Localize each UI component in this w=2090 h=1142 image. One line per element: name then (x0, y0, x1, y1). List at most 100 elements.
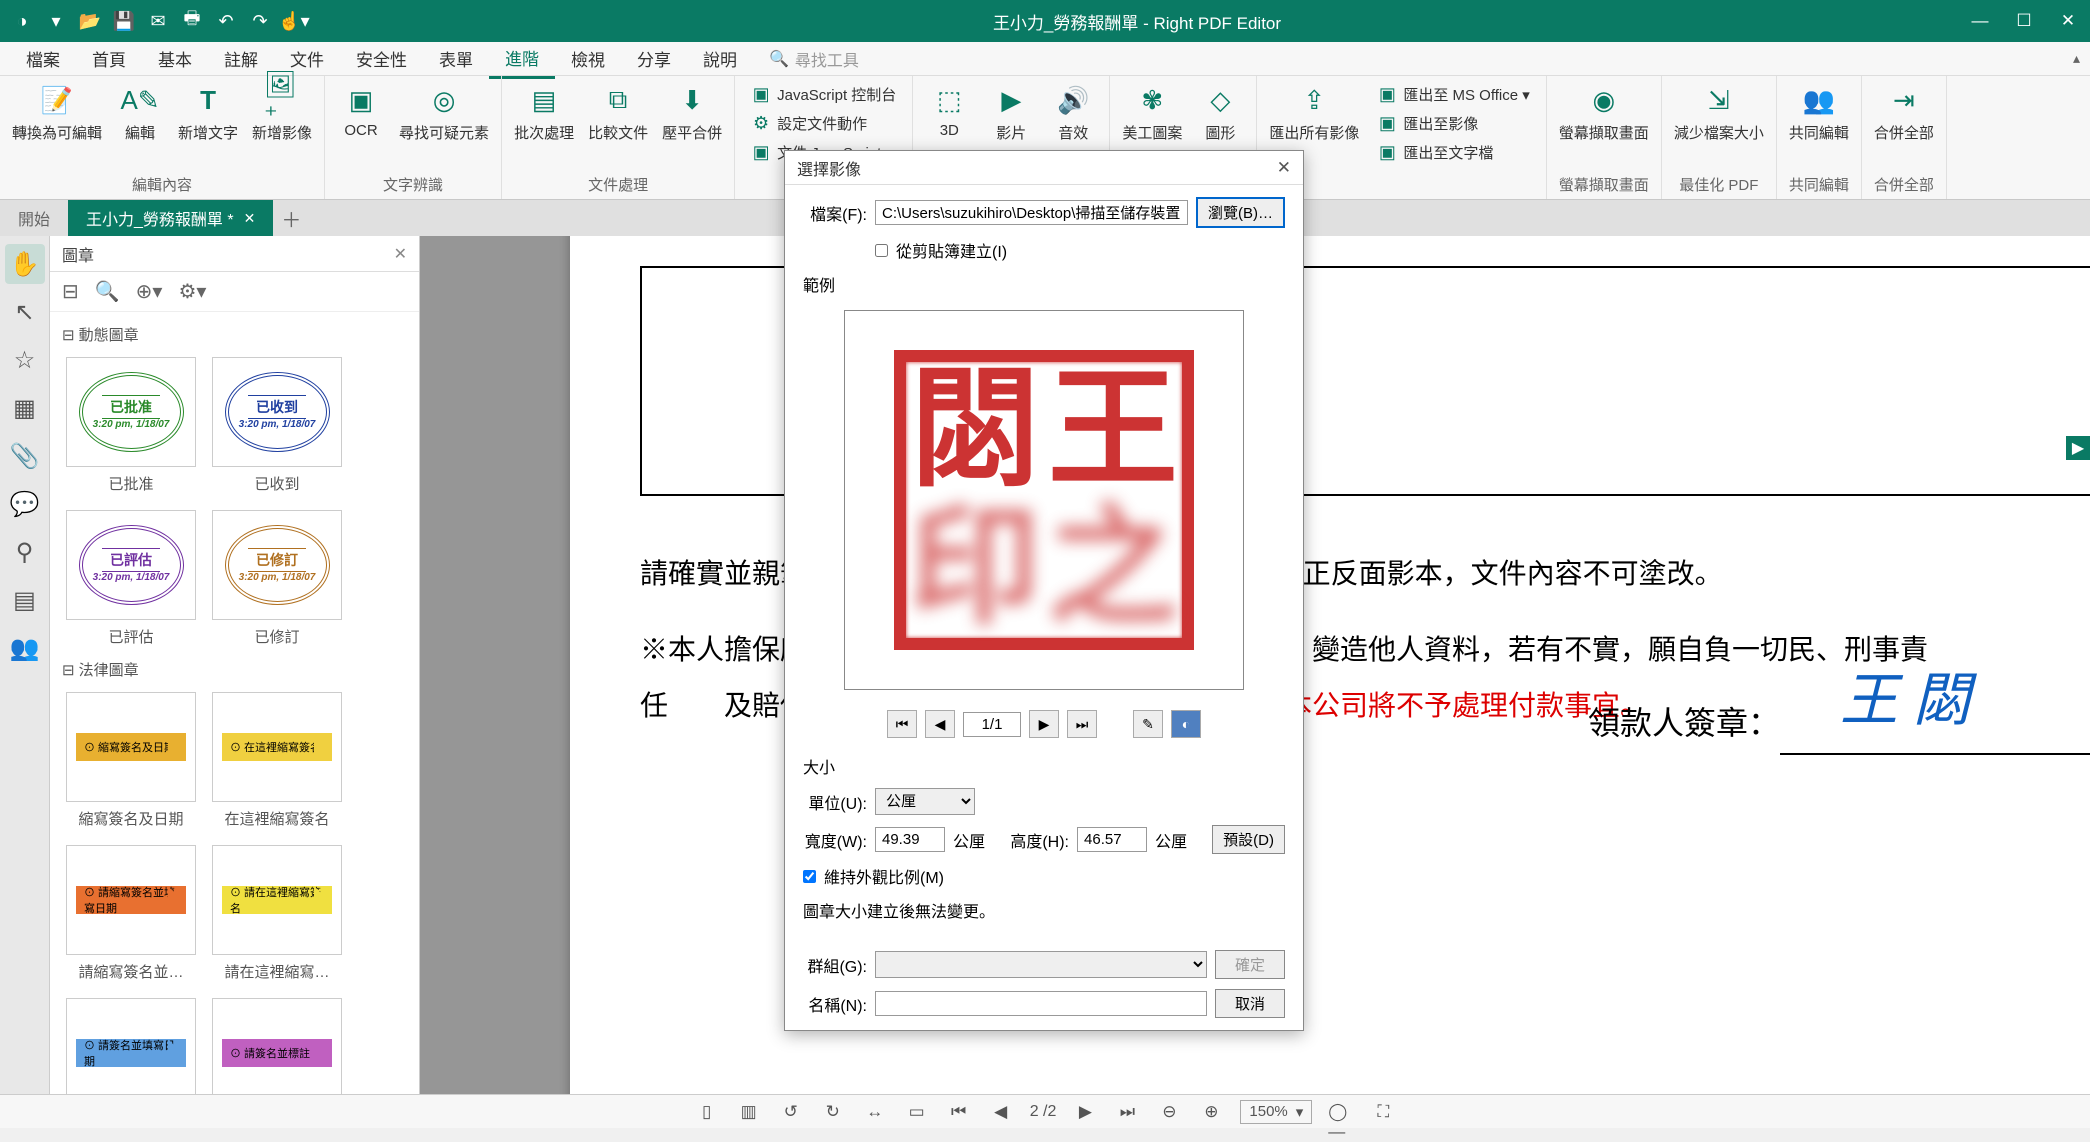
tab-file[interactable]: 檔案 (10, 40, 76, 77)
width-input[interactable] (875, 827, 945, 852)
prev-page-icon[interactable]: ◀ (925, 710, 955, 738)
print-icon[interactable]: 🖶 (176, 6, 208, 36)
default-button[interactable]: 預設(D) (1212, 825, 1285, 854)
collapse-ribbon-icon[interactable]: ▴ (2073, 50, 2080, 67)
tab-help[interactable]: 說明 (687, 40, 753, 77)
hand-tool[interactable]: ✋ (5, 244, 45, 284)
app-icon[interactable]: ◑ (6, 6, 38, 36)
suspects-button[interactable]: ◎尋找可疑元素 (399, 82, 489, 143)
name-input[interactable] (875, 991, 1207, 1016)
bookmark-tool[interactable]: ☆ (5, 340, 45, 380)
flatten-button[interactable]: ⬇壓平合併 (662, 82, 722, 143)
from-clipboard-checkbox[interactable] (875, 244, 888, 257)
stamp-item[interactable]: 已修訂3:20 pm, 1/18/07已修訂 (212, 510, 342, 647)
collab-tool[interactable]: 👥 (5, 628, 45, 668)
last-icon[interactable]: ⏭ (1114, 1099, 1140, 1125)
group-select[interactable] (875, 951, 1207, 978)
page-nav-input[interactable] (963, 712, 1021, 737)
select-tool[interactable]: ↖ (5, 292, 45, 332)
stamp-item[interactable]: ⊙ 請縮寫簽名並填寫日期請縮寫簽名並… (66, 845, 196, 982)
add-stamp-icon[interactable]: ⊕▾ (136, 279, 163, 304)
edit-button[interactable]: A✎編輯 (116, 82, 164, 143)
tab-current-doc[interactable]: 王小力_勞務報酬單 *✕ (68, 200, 273, 236)
redact-tool[interactable]: ▤ (5, 580, 45, 620)
attachment-tool[interactable]: 📎 (5, 436, 45, 476)
tab-start[interactable]: 開始 (0, 200, 68, 236)
first-page-icon[interactable]: ⏮ (887, 710, 917, 738)
gear-icon[interactable]: ⚙▾ (178, 279, 206, 304)
reduce-button[interactable]: ⇲減少檔案大小 (1674, 82, 1764, 143)
tab-forms[interactable]: 表單 (423, 40, 489, 77)
ocr-button[interactable]: ▣OCR (337, 82, 385, 143)
js-console-button[interactable]: ▣JavaScript 控制台 (747, 82, 900, 107)
browse-button[interactable]: 瀏覽(B)… (1196, 197, 1285, 228)
zoom-in-icon[interactable]: ⊕ (1198, 1099, 1224, 1125)
add-text-button[interactable]: T新增文字 (178, 82, 238, 143)
stamp-item[interactable]: 已收到3:20 pm, 1/18/07已收到 (212, 357, 342, 494)
new-icon[interactable]: ▾ (40, 6, 72, 36)
merge-button[interactable]: ⇥合併全部 (1874, 82, 1934, 143)
capture-button[interactable]: ◉螢幕擷取畫面 (1559, 82, 1649, 143)
tab-basic[interactable]: 基本 (142, 40, 208, 77)
stamp-tool[interactable]: ⚲ (5, 532, 45, 572)
maximize-icon[interactable]: ☐ (2002, 0, 2046, 42)
thumbnails-tool[interactable]: ▦ (5, 388, 45, 428)
unit-select[interactable]: 公厘 (875, 788, 975, 815)
category-dynamic[interactable]: ⊟ 動態圖章 (58, 320, 411, 349)
tab-close-icon[interactable]: ✕ (244, 210, 256, 227)
stamp-item[interactable]: ⊙ 請簽名並填寫日期 (66, 998, 196, 1094)
category-legal[interactable]: ⊟ 法律圖章 (58, 655, 411, 684)
file-path-input[interactable] (875, 200, 1188, 225)
hand-icon[interactable]: ☝▾ (278, 6, 310, 36)
tab-home[interactable]: 首頁 (76, 40, 142, 77)
next-page-icon[interactable]: ▶ (1029, 710, 1059, 738)
panel-close-icon[interactable]: ✕ (394, 244, 407, 264)
tab-advanced[interactable]: 進階 (489, 39, 555, 79)
shapes-button[interactable]: ◇圖形 (1196, 82, 1244, 143)
video-button[interactable]: ▶影片 (987, 82, 1035, 143)
next-icon[interactable]: ▶ (1072, 1099, 1098, 1125)
rotate-icon[interactable]: ◐ (1171, 710, 1201, 738)
email-icon[interactable]: ✉ (142, 6, 174, 36)
view-single-icon[interactable]: ▯ (694, 1099, 720, 1125)
search-input[interactable]: 🔍 尋找工具 (769, 47, 859, 71)
comment-tool[interactable]: 💬 (5, 484, 45, 524)
3d-button[interactable]: ⬚3D (925, 82, 973, 143)
zoom-slider-icon[interactable]: —◯— (1328, 1099, 1354, 1125)
close-icon[interactable]: ✕ (2046, 0, 2090, 42)
doc-actions-button[interactable]: ⚙設定文件動作 (747, 111, 900, 136)
scroll-right-icon[interactable]: ▶ (2066, 436, 2090, 460)
stamp-item[interactable]: 已評估3:20 pm, 1/18/07已評估 (66, 510, 196, 647)
dialog-close-icon[interactable]: ✕ (1277, 158, 1291, 178)
cancel-button[interactable]: 取消 (1215, 989, 1285, 1018)
undo-icon[interactable]: ↶ (210, 6, 242, 36)
new-tab-button[interactable]: ＋ (273, 204, 309, 233)
add-image-button[interactable]: 🖼⁺新增影像 (252, 82, 312, 143)
convert-editable-button[interactable]: 📝轉換為可編輯 (12, 82, 102, 143)
stamp-item[interactable]: ⊙ 請在這裡縮寫簽名請在這裡縮寫… (212, 845, 342, 982)
tab-share[interactable]: 分享 (621, 40, 687, 77)
prev-icon[interactable]: ◀ (988, 1099, 1014, 1125)
tab-view[interactable]: 檢視 (555, 40, 621, 77)
zoom-out-icon[interactable]: ⊖ (1156, 1099, 1182, 1125)
fit-width-icon[interactable]: ↔ (862, 1099, 888, 1125)
export-img-button[interactable]: ▣匯出至影像 (1373, 111, 1533, 136)
view-continuous-icon[interactable]: ▥ (736, 1099, 762, 1125)
fullscreen-icon[interactable]: ⛶ (1370, 1099, 1396, 1125)
compare-button[interactable]: ⧉比較文件 (588, 82, 648, 143)
stamp-item[interactable]: ⊙ 縮寫簽名及日期縮寫簽名及日期 (66, 692, 196, 829)
collapse-all-icon[interactable]: ⊟ (62, 279, 79, 304)
first-icon[interactable]: ⏮ (946, 1099, 972, 1125)
stamp-item[interactable]: 已批准3:20 pm, 1/18/07已批准 (66, 357, 196, 494)
pick-color-icon[interactable]: ✎ (1133, 710, 1163, 738)
clipart-button[interactable]: ✾美工圖案 (1122, 82, 1182, 143)
zoom-icon[interactable]: 🔍 (95, 279, 120, 304)
rotate-ccw-icon[interactable]: ↺ (778, 1099, 804, 1125)
page-indicator[interactable]: 2 /2 (1030, 1103, 1057, 1121)
collab-button[interactable]: 👥共同編輯 (1789, 82, 1849, 143)
export-txt-button[interactable]: ▣匯出至文字檔 (1373, 140, 1533, 165)
audio-button[interactable]: 🔊音效 (1049, 82, 1097, 143)
batch-button[interactable]: ▤批次處理 (514, 82, 574, 143)
last-page-icon[interactable]: ⏭ (1067, 710, 1097, 738)
export-ms-button[interactable]: ▣匯出至 MS Office ▾ (1373, 82, 1533, 107)
